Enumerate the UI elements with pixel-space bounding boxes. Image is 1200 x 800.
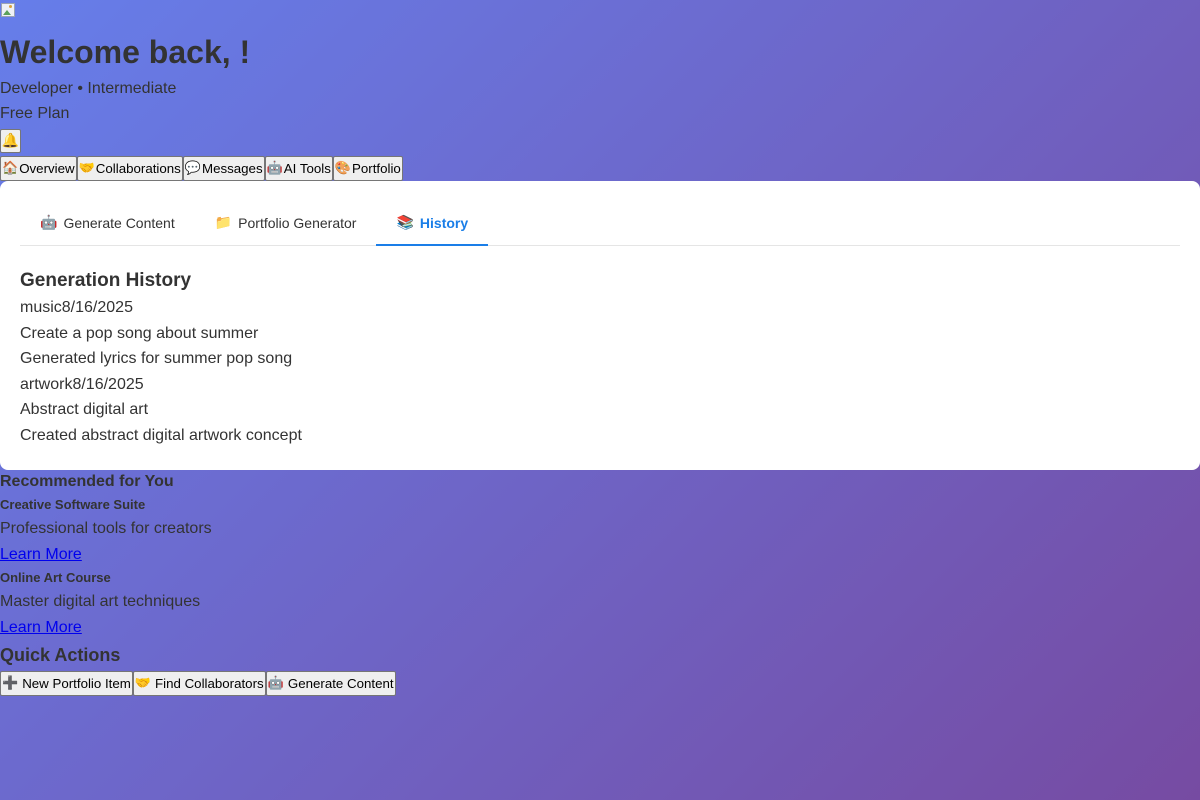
tab-label: History — [419, 215, 469, 231]
tab-label: Portfolio Generator — [238, 215, 357, 231]
nav-messages[interactable]: 💬 Messages — [182, 156, 265, 181]
generate-content-button[interactable]: 🤖 Generate Content — [265, 671, 396, 696]
nav-portfolio[interactable]: 🎨 Portfolio — [332, 156, 403, 181]
ai-tools-panel: 🤖 Generate Content 📁 Portfolio Generator… — [0, 181, 1200, 470]
history-entry-header: music8/16/2025 — [20, 297, 302, 323]
button-label: Find Collaborators — [155, 676, 264, 691]
new-portfolio-item-button[interactable]: ➕ New Portfolio Item — [0, 671, 133, 696]
tab-portfolio-generator[interactable]: 📁 Portfolio Generator — [195, 202, 377, 244]
history-prompt: Abstract digital art — [20, 401, 149, 419]
history-title: Generation History — [20, 270, 192, 291]
recommendation-description: Master digital art techniques — [0, 593, 201, 610]
robot-icon: 🤖 — [267, 676, 284, 691]
history-type: artwork — [20, 375, 73, 393]
history-prompt: Create a pop song about summer — [20, 324, 259, 342]
house-icon: 🏠 — [2, 161, 19, 176]
history-date: 8/16/2025 — [72, 375, 144, 393]
palette-icon: 🎨 — [334, 161, 352, 176]
nav-label: AI Tools — [283, 161, 331, 176]
nav-overview[interactable]: 🏠 Overview — [0, 156, 77, 181]
find-collaborators-button[interactable]: 🤝 Find Collaborators — [132, 671, 266, 696]
plan-label: Free Plan — [0, 105, 70, 122]
button-label: Generate Content — [287, 676, 394, 691]
robot-icon: 🤖 — [266, 161, 283, 176]
user-role: Developer • Intermediate — [0, 80, 177, 97]
handshake-icon: 🤝 — [78, 161, 95, 176]
robot-icon: 🤖 — [40, 215, 58, 231]
history-result: Created abstract digital artwork concept — [20, 426, 302, 444]
nav-label: Overview — [19, 161, 75, 176]
plus-icon: ➕ — [2, 676, 19, 691]
history-date: 8/16/2025 — [61, 299, 133, 316]
recommendation-name: Creative Software Suite — [0, 497, 146, 512]
tab-label: Generate Content — [63, 215, 175, 231]
nav-label: Portfolio — [352, 161, 401, 176]
bell-icon: 🔔 — [1, 133, 20, 149]
recommendation-description: Professional tools for creators — [0, 520, 212, 537]
history-list: music8/16/2025 Create a pop song about s… — [20, 297, 302, 451]
speech-bubble-icon: 💬 — [184, 161, 201, 176]
folder-icon: 📁 — [214, 215, 233, 231]
tab-generate-content[interactable]: 🤖 Generate Content — [20, 202, 195, 244]
nav-label: Messages — [202, 161, 263, 176]
tab-history[interactable]: 📚 History — [376, 202, 489, 246]
quick-actions: ➕ New Portfolio Item 🤝 Find Collaborator… — [0, 671, 396, 696]
recommendation-name: Online Art Course — [0, 570, 111, 585]
notifications-button[interactable]: 🔔 — [0, 129, 21, 153]
learn-more-link[interactable]: Learn More — [0, 545, 82, 565]
avatar-broken-image — [0, 2, 16, 18]
main-nav: 🏠 Overview 🤝 Collaborations 💬 Messages 🤖… — [0, 156, 403, 181]
recommended-title: Recommended for You — [0, 473, 174, 490]
history-type: music — [20, 299, 62, 316]
learn-more-link[interactable]: Learn More — [0, 618, 82, 638]
history-entry-header: artwork8/16/2025 — [20, 374, 302, 400]
books-icon: 📚 — [396, 215, 414, 231]
nav-ai-tools[interactable]: 🤖 AI Tools — [264, 156, 333, 181]
button-label: New Portfolio Item — [22, 676, 131, 691]
ai-tools-tabs: 🤖 Generate Content 📁 Portfolio Generator… — [20, 202, 1180, 246]
history-result: Generated lyrics for summer pop song — [20, 350, 293, 368]
handshake-icon: 🤝 — [134, 676, 152, 691]
nav-collaborations[interactable]: 🤝 Collaborations — [76, 156, 183, 181]
quick-actions-title: Quick Actions — [0, 645, 121, 665]
nav-label: Collaborations — [95, 161, 181, 176]
welcome-heading: Welcome back, ! — [0, 34, 251, 70]
recommended-section: Recommended for You Creative Software Su… — [0, 472, 212, 638]
